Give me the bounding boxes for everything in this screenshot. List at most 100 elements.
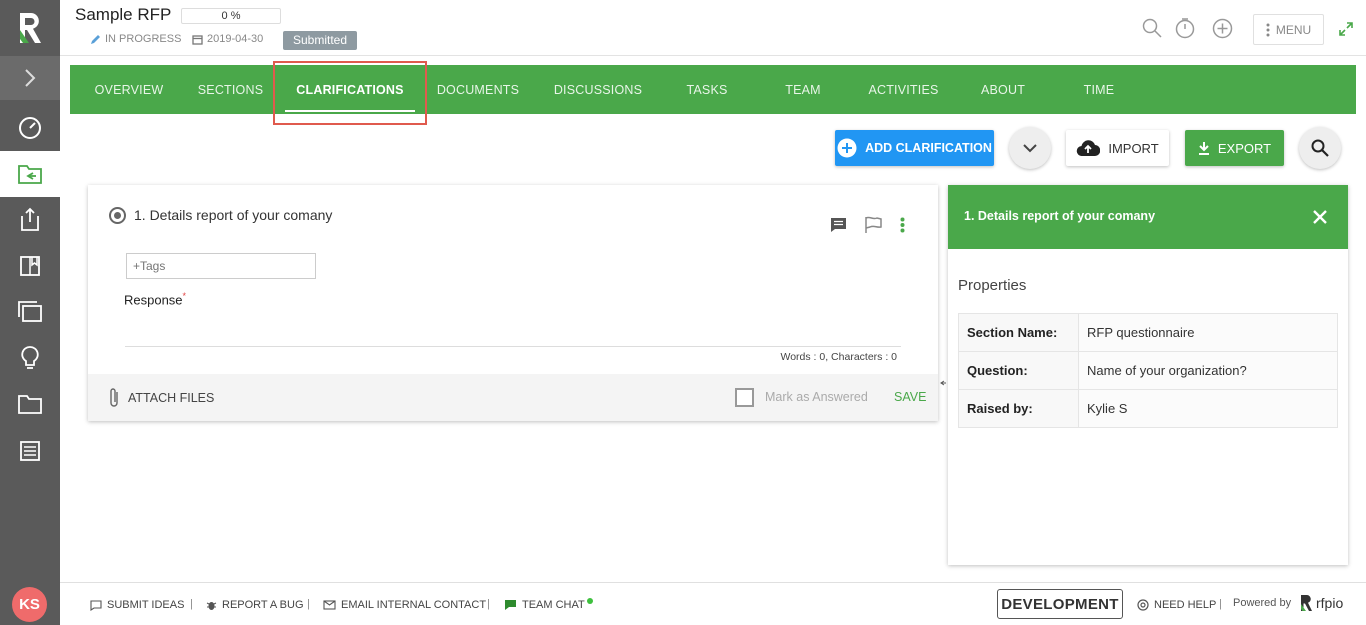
panel-header: 1. Details report of your comany — [948, 185, 1348, 249]
property-row: Raised by: Kylie S — [958, 389, 1338, 428]
email-contact-link[interactable]: EMAIL INTERNAL CONTACT — [323, 599, 486, 611]
tab-documents[interactable]: DOCUMENTS — [430, 65, 526, 114]
tab-about[interactable]: ABOUT — [966, 65, 1040, 114]
expand-icon[interactable] — [1339, 22, 1353, 36]
submit-ideas-label: SUBMIT IDEAS — [107, 599, 185, 611]
tab-time[interactable]: TIME — [1063, 65, 1135, 114]
sidebar-expand-button[interactable] — [0, 56, 60, 100]
question-radio[interactable] — [109, 207, 126, 224]
question-title[interactable]: 1. Details report of your comany — [134, 207, 332, 223]
import-button[interactable]: IMPORT — [1066, 130, 1169, 166]
tab-tasks[interactable]: TASKS — [671, 65, 743, 114]
project-tabs: OVERVIEW SECTIONS CLARIFICATIONS DOCUMEN… — [70, 65, 1356, 114]
footer-divider: | — [1219, 598, 1222, 610]
mail-icon — [323, 600, 336, 610]
import-label: IMPORT — [1108, 140, 1159, 156]
tab-clarifications[interactable]: CLARIFICATIONS — [285, 65, 415, 114]
tab-discussions[interactable]: DISCUSSIONS — [548, 65, 648, 114]
add-clarification-label: ADD CLARIFICATION — [865, 141, 992, 155]
folder-icon — [18, 395, 42, 414]
export-button[interactable]: EXPORT — [1185, 130, 1284, 166]
user-avatar[interactable]: KS — [12, 587, 47, 622]
flag-icon[interactable] — [864, 216, 883, 233]
rfpio-footer-logo[interactable]: rfpio — [1300, 594, 1343, 612]
rfpio-logo[interactable] — [0, 0, 60, 56]
sidebar-item-ideas[interactable] — [0, 335, 60, 381]
clarification-card: 1. Details report of your comany Respons… — [88, 185, 938, 421]
word-count: Words : 0, Characters : 0 — [780, 351, 897, 363]
required-mark: * — [182, 291, 187, 301]
team-chat-label: TEAM CHAT — [522, 599, 585, 611]
chat-icon — [505, 600, 516, 610]
tab-sections[interactable]: SECTIONS — [188, 65, 273, 114]
response-label: Response* — [124, 291, 186, 307]
sidebar-item-folders[interactable] — [0, 381, 60, 427]
plus-circle-icon — [837, 138, 857, 158]
add-icon[interactable] — [1212, 18, 1233, 39]
tab-overview[interactable]: OVERVIEW — [80, 65, 178, 114]
attach-files-button[interactable]: ATTACH FILES — [108, 387, 214, 409]
need-help-link[interactable]: NEED HELP — [1137, 599, 1216, 611]
pencil-icon — [91, 34, 100, 44]
tags-input[interactable] — [126, 253, 316, 279]
sidebar-item-export[interactable] — [0, 197, 60, 243]
chevron-right-icon — [25, 69, 36, 87]
more-options-icon[interactable] — [900, 217, 905, 233]
property-value: Kylie S — [1078, 389, 1338, 428]
sidebar-item-projects[interactable] — [0, 151, 60, 197]
export-label: EXPORT — [1217, 140, 1272, 156]
rfpio-wordmark: rfpio — [1316, 595, 1344, 611]
search-button[interactable] — [1299, 127, 1341, 169]
property-key: Question: — [958, 351, 1079, 390]
cloud-upload-icon — [1077, 140, 1101, 156]
sidebar-item-dashboard[interactable] — [0, 104, 60, 150]
sidebar-item-documents[interactable] — [0, 289, 60, 335]
search-icon — [1311, 139, 1329, 157]
bug-icon — [206, 602, 217, 610]
comment-icon[interactable] — [830, 217, 847, 233]
download-icon — [1198, 142, 1209, 155]
upload-box-icon — [21, 207, 39, 231]
report-bug-link[interactable]: REPORT A BUG — [206, 599, 304, 611]
timer-icon[interactable] — [1174, 17, 1196, 39]
details-panel: 1. Details report of your comany Propert… — [948, 185, 1348, 565]
status-badge: Submitted — [283, 31, 358, 50]
footer-divider: | — [190, 598, 193, 610]
lightbulb-icon — [21, 346, 39, 369]
property-key: Section Name: — [958, 313, 1079, 352]
status-indicator: IN PROGRESS — [90, 33, 181, 45]
property-row: Question: Name of your organization? — [958, 351, 1338, 390]
mark-answered-label[interactable]: Mark as Answered — [765, 390, 868, 404]
due-date-text: 2019-04-30 — [207, 33, 264, 45]
mark-answered-checkbox[interactable] — [735, 388, 754, 407]
menu-button[interactable]: MENU — [1253, 14, 1324, 45]
email-contact-label: EMAIL INTERNAL CONTACT — [341, 599, 487, 611]
rfpio-logo-icon — [1301, 595, 1312, 611]
tab-activities[interactable]: ACTIVITIES — [856, 65, 951, 114]
footer: SUBMIT IDEAS | REPORT A BUG | EMAIL INTE… — [60, 582, 1366, 625]
dropdown-button[interactable] — [1009, 127, 1051, 169]
tab-team[interactable]: TEAM — [767, 65, 839, 114]
sidebar-item-reports[interactable] — [0, 428, 60, 474]
attach-files-label: ATTACH FILES — [128, 391, 215, 405]
team-chat-link[interactable]: TEAM CHAT — [504, 598, 593, 611]
need-help-label: NEED HELP — [1154, 599, 1217, 611]
powered-by-label: Powered by — [1233, 597, 1292, 609]
sidebar-item-library[interactable] — [0, 243, 60, 289]
submit-ideas-link[interactable]: SUBMIT IDEAS — [90, 599, 184, 611]
book-icon — [20, 256, 40, 276]
footer-divider: | — [307, 598, 310, 610]
close-icon[interactable] — [1312, 209, 1328, 225]
response-editor[interactable] — [125, 346, 901, 347]
report-bug-label: REPORT A BUG — [222, 599, 304, 611]
list-document-icon — [20, 441, 40, 461]
comment-icon — [90, 599, 102, 611]
add-clarification-button[interactable]: ADD CLARIFICATION — [835, 130, 994, 166]
save-button[interactable]: SAVE — [894, 390, 926, 404]
folder-reply-icon — [18, 165, 42, 184]
property-key: Raised by: — [958, 389, 1079, 428]
property-value: RFP questionnaire — [1078, 313, 1338, 352]
search-icon[interactable] — [1142, 18, 1162, 38]
response-label-text: Response — [124, 292, 183, 308]
project-title: Sample RFP — [75, 5, 172, 24]
